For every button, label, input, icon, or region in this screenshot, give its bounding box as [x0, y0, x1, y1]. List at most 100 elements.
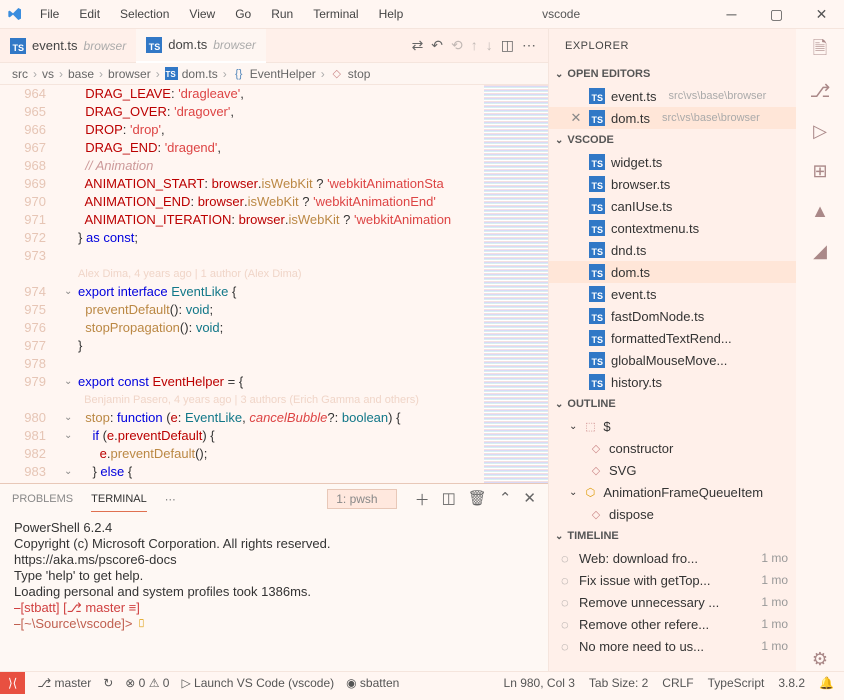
more-actions-icon[interactable]: ⋯ [522, 37, 536, 54]
typescript-icon: TS [589, 264, 605, 280]
prev-change-icon[interactable]: ↑ [471, 37, 478, 54]
outline-group[interactable]: ⌄⬡AnimationFrameQueueItem [549, 481, 796, 503]
typescript-icon: TS [589, 110, 605, 126]
file-fastDomNode.ts[interactable]: TSfastDomNode.ts [549, 305, 796, 327]
close-icon[interactable]: ✕ [569, 110, 583, 126]
file-browser.ts[interactable]: TSbrowser.ts [549, 173, 796, 195]
launch-config[interactable]: ▷ Launch VS Code (vscode) [181, 676, 334, 690]
timeline-entry[interactable]: ◌Remove other refere...1 mo [549, 613, 796, 635]
file-dom.ts[interactable]: TSdom.ts [549, 261, 796, 283]
close-button[interactable]: ✕ [799, 0, 844, 29]
explorer-icon[interactable]: 🗎 [808, 39, 832, 63]
terminal-body[interactable]: PowerShell 6.2.4Copyright (c) Microsoft … [0, 514, 548, 671]
panel-tab-problems[interactable]: PROBLEMS [12, 487, 73, 511]
new-terminal-icon[interactable]: ＋ [415, 489, 430, 510]
tab-size[interactable]: Tab Size: 2 [589, 676, 648, 690]
typescript-icon: TS [589, 308, 605, 324]
file-canIUse.ts[interactable]: TScanIUse.ts [549, 195, 796, 217]
git-sync[interactable]: ↻ [103, 676, 113, 690]
folder-header[interactable]: ⌄VSCODE [549, 129, 796, 151]
remote-indicator[interactable]: ⟩⟨ [0, 672, 25, 694]
namespace-icon: {} [232, 67, 246, 81]
menu-terminal[interactable]: Terminal [303, 7, 368, 21]
panel-more-icon[interactable]: ⋯ [165, 493, 176, 506]
minimize-button[interactable]: ─ [709, 0, 754, 29]
menu-help[interactable]: Help [369, 7, 414, 21]
timeline-entry[interactable]: ◌Fix issue with getTop...1 mo [549, 569, 796, 591]
terminal-selector[interactable]: 1: pwsh [327, 489, 396, 509]
menu-file[interactable]: File [30, 7, 69, 21]
method-icon: ◇ [589, 441, 603, 455]
docker-icon[interactable]: ◢ [808, 239, 832, 263]
code-editor[interactable]: 9649659669679689699709719729739749759769… [0, 85, 548, 483]
run-icon[interactable]: ▷ [808, 119, 832, 143]
vscode-logo-icon [0, 6, 30, 22]
open-editor-dom.ts[interactable]: ✕TSdom.tssrc\vs\base\browser [549, 107, 796, 129]
editor-tab-event.ts[interactable]: TSevent.tsbrowser [0, 29, 136, 63]
editor-tab-dom.ts[interactable]: TSdom.tsbrowser [136, 29, 266, 63]
outline-header[interactable]: ⌄OUTLINE [549, 393, 796, 415]
maximize-panel-icon[interactable]: ⌃ [499, 489, 512, 510]
compare-changes-icon[interactable]: ⇄ [412, 37, 424, 54]
split-editor-icon[interactable]: ◫ [501, 37, 514, 54]
breadcrumb-browser[interactable]: browser [108, 67, 151, 81]
cursor-position[interactable]: Ln 980, Col 3 [504, 676, 575, 690]
problems-status[interactable]: ⊗ 0 ⚠ 0 [125, 676, 169, 690]
language-mode[interactable]: TypeScript [708, 676, 765, 690]
timeline-entry[interactable]: ◌Remove unnecessary ...1 mo [549, 591, 796, 613]
ts-version[interactable]: 3.8.2 [778, 676, 805, 690]
file-globalMouseMove...[interactable]: TSglobalMouseMove... [549, 349, 796, 371]
eol[interactable]: CRLF [662, 676, 693, 690]
menu-run[interactable]: Run [261, 7, 303, 21]
kill-terminal-icon[interactable]: 🗑 [468, 489, 487, 510]
breadcrumb-stop[interactable]: ◇stop [330, 67, 371, 81]
azure-icon[interactable]: ▲ [808, 199, 832, 223]
timeline-entry[interactable]: ◌Web: download fro...1 mo [549, 547, 796, 569]
file-event.ts[interactable]: TSevent.ts [549, 283, 796, 305]
file-widget.ts[interactable]: TSwidget.ts [549, 151, 796, 173]
git-branch[interactable]: ⎇ master [37, 676, 91, 690]
menu-selection[interactable]: Selection [110, 7, 179, 21]
menu-view[interactable]: View [179, 7, 225, 21]
minimap[interactable] [484, 85, 548, 483]
maximize-button[interactable]: ▢ [754, 0, 799, 29]
typescript-icon: TS [165, 67, 178, 80]
breadcrumb-src[interactable]: src [12, 67, 28, 81]
outline-item[interactable]: ◇dispose [549, 503, 796, 525]
breadcrumb-vs[interactable]: vs [42, 67, 54, 81]
panel-tab-terminal[interactable]: TERMINAL [91, 487, 147, 512]
scm-icon[interactable]: ⎇ [808, 79, 832, 103]
file-formattedTextRend...[interactable]: TSformattedTextRend... [549, 327, 796, 349]
extensions-icon[interactable]: ⊞ [808, 159, 832, 183]
timeline-header[interactable]: ⌄TIMELINE [549, 525, 796, 547]
typescript-icon: TS [589, 286, 605, 302]
code-content[interactable]: DRAG_LEAVE: 'dragleave', DRAG_OVER: 'dra… [78, 85, 484, 483]
fold-gutter[interactable]: ⌄⌄⌄⌄⌄ [64, 85, 78, 483]
typescript-icon: TS [589, 374, 605, 390]
menu-edit[interactable]: Edit [69, 7, 110, 21]
open-editors-header[interactable]: ⌄OPEN EDITORS [549, 63, 796, 85]
timeline-entry[interactable]: ◌No more need to us...1 mo [549, 635, 796, 657]
file-contextmenu.ts[interactable]: TScontextmenu.ts [549, 217, 796, 239]
settings-icon[interactable]: ⚙ [808, 647, 832, 671]
commit-icon: ◌ [561, 573, 571, 588]
account-status[interactable]: ◉ sbatten [346, 676, 399, 690]
prev-edit-icon[interactable]: ⟲ [451, 37, 463, 54]
breadcrumb-base[interactable]: base [68, 67, 94, 81]
outline-root[interactable]: ⌄⬚$ [549, 415, 796, 437]
go-back-icon[interactable]: ↶ [431, 37, 443, 54]
notifications-icon[interactable]: 🔔 [819, 676, 834, 690]
file-dnd.ts[interactable]: TSdnd.ts [549, 239, 796, 261]
next-change-icon[interactable]: ↓ [486, 37, 493, 54]
typescript-icon: TS [10, 38, 26, 54]
breadcrumb-dom.ts[interactable]: TSdom.ts [165, 67, 218, 81]
breadcrumbs[interactable]: src›vs›base›browser›TSdom.ts›{}EventHelp… [0, 63, 548, 85]
open-editor-event.ts[interactable]: TSevent.tssrc\vs\base\browser [549, 85, 796, 107]
outline-item[interactable]: ◇SVG [549, 459, 796, 481]
outline-item[interactable]: ◇constructor [549, 437, 796, 459]
close-panel-icon[interactable]: ✕ [523, 489, 536, 510]
breadcrumb-EventHelper[interactable]: {}EventHelper [232, 67, 316, 81]
file-history.ts[interactable]: TShistory.ts [549, 371, 796, 393]
menu-go[interactable]: Go [225, 7, 261, 21]
split-terminal-icon[interactable]: ◫ [442, 489, 456, 510]
